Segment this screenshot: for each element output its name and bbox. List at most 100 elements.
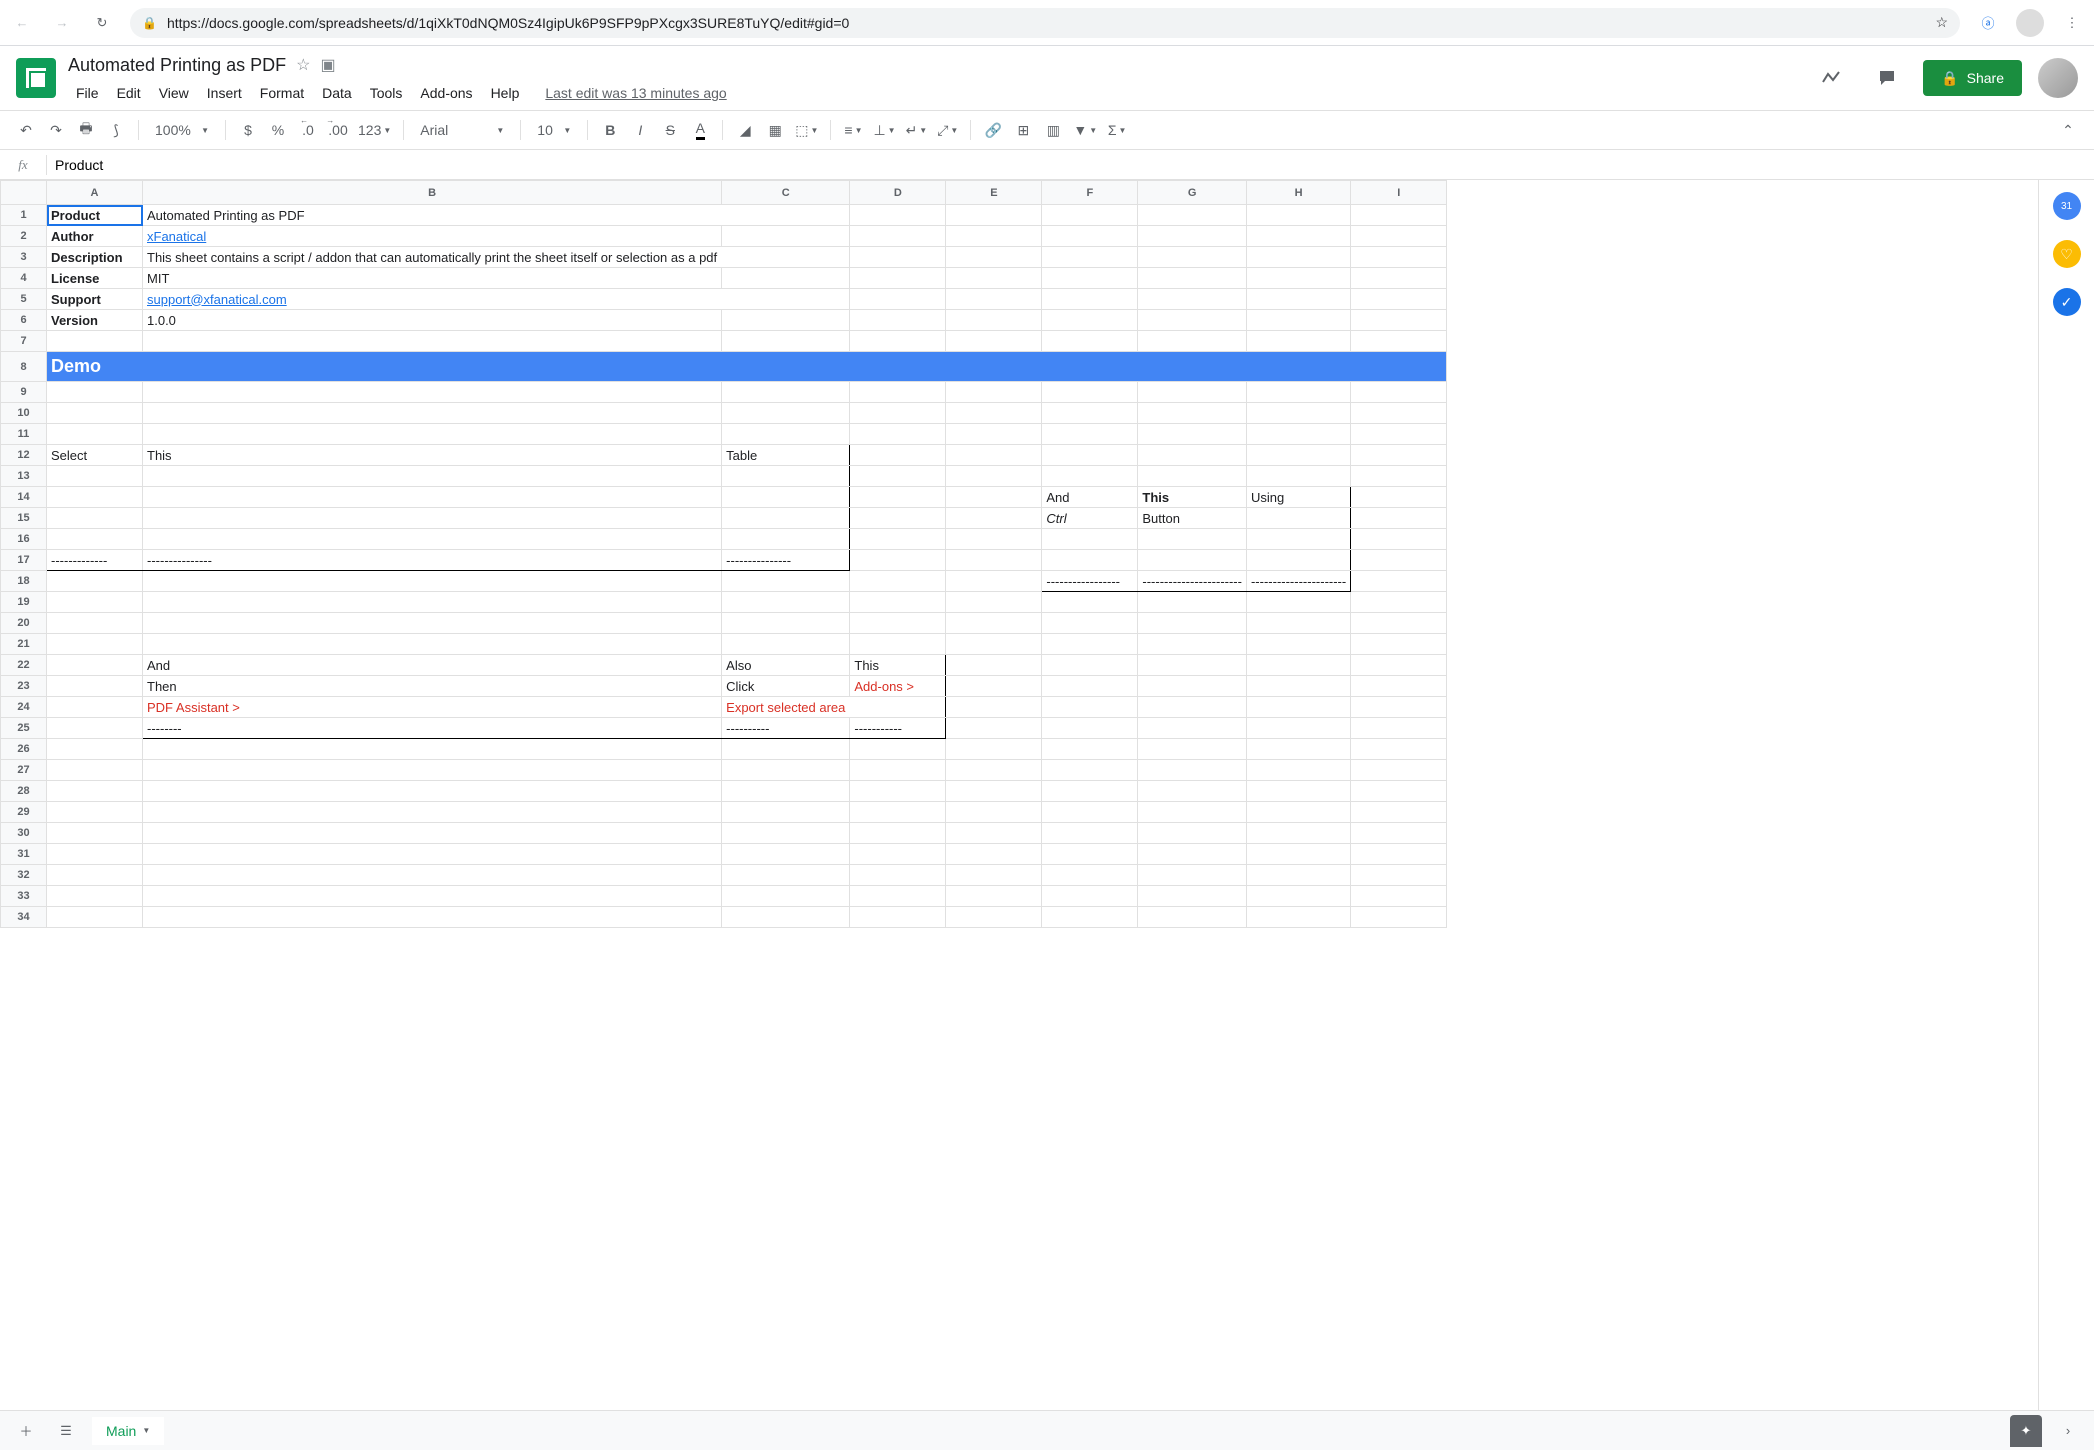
cell-C14[interactable] (722, 487, 850, 508)
cell-B34[interactable] (143, 907, 722, 928)
cell-I31[interactable] (1351, 844, 1447, 865)
menu-insert[interactable]: Insert (199, 81, 250, 105)
cell-H29[interactable] (1246, 802, 1350, 823)
cell-A15[interactable] (47, 508, 143, 529)
cell-I33[interactable] (1351, 886, 1447, 907)
cell-H5[interactable] (1246, 289, 1350, 310)
cell-G3[interactable] (1138, 247, 1247, 268)
cell-I4[interactable] (1351, 268, 1447, 289)
collapse-toolbar-button[interactable]: ⌃ (2054, 116, 2082, 144)
col-header-D[interactable]: D (850, 181, 946, 205)
wrap-button[interactable]: ↵▼ (902, 116, 932, 144)
cell-I2[interactable] (1351, 226, 1447, 247)
row-header-10[interactable]: 10 (1, 403, 47, 424)
cell-E3[interactable] (946, 247, 1042, 268)
cell-A28[interactable] (47, 781, 143, 802)
cell-I14[interactable] (1351, 487, 1447, 508)
col-header-G[interactable]: G (1138, 181, 1247, 205)
menu-data[interactable]: Data (314, 81, 360, 105)
cell-H33[interactable] (1246, 886, 1350, 907)
cell-E21[interactable] (946, 634, 1042, 655)
back-button[interactable]: ← (10, 11, 34, 35)
cell-D30[interactable] (850, 823, 946, 844)
cell-F2[interactable] (1042, 226, 1138, 247)
cell-D2[interactable] (850, 226, 946, 247)
cell-H11[interactable] (1246, 424, 1350, 445)
cell-I34[interactable] (1351, 907, 1447, 928)
cell-D31[interactable] (850, 844, 946, 865)
menu-tools[interactable]: Tools (362, 81, 411, 105)
activity-icon[interactable] (1811, 58, 1851, 98)
cell-F15[interactable]: Ctrl (1042, 508, 1138, 529)
cell-H9[interactable] (1246, 382, 1350, 403)
row-header-5[interactable]: 5 (1, 289, 47, 310)
cell-H14[interactable]: Using (1246, 487, 1350, 508)
cell-I27[interactable] (1351, 760, 1447, 781)
cell-C28[interactable] (722, 781, 850, 802)
cell-F11[interactable] (1042, 424, 1138, 445)
cell-D19[interactable] (850, 592, 946, 613)
cell-H28[interactable] (1246, 781, 1350, 802)
cell-A11[interactable] (47, 424, 143, 445)
cell-C30[interactable] (722, 823, 850, 844)
cell-G27[interactable] (1138, 760, 1247, 781)
menu-file[interactable]: File (68, 81, 107, 105)
cell-B25[interactable]: -------- (143, 718, 722, 739)
cell-H25[interactable] (1246, 718, 1350, 739)
cell-D24[interactable] (850, 697, 946, 718)
comments-icon[interactable] (1867, 58, 1907, 98)
browser-menu-icon[interactable]: ⋮ (2060, 11, 2084, 35)
cell-G19[interactable] (1138, 592, 1247, 613)
col-header-I[interactable]: I (1351, 181, 1447, 205)
cell-G6[interactable] (1138, 310, 1247, 331)
cell-E4[interactable] (946, 268, 1042, 289)
cell-H17[interactable] (1246, 550, 1350, 571)
cell-I1[interactable] (1351, 205, 1447, 226)
cell-I23[interactable] (1351, 676, 1447, 697)
cell-B11[interactable] (143, 424, 722, 445)
col-header-H[interactable]: H (1246, 181, 1350, 205)
font-size-select[interactable]: 10▼ (529, 116, 579, 144)
cell-B4[interactable]: MIT (143, 268, 722, 289)
cell-F5[interactable] (1042, 289, 1138, 310)
row-header-15[interactable]: 15 (1, 508, 47, 529)
col-header-E[interactable]: E (946, 181, 1042, 205)
cell-F32[interactable] (1042, 865, 1138, 886)
cell-D16[interactable] (850, 529, 946, 550)
cell-I18[interactable] (1351, 571, 1447, 592)
cell-A21[interactable] (47, 634, 143, 655)
cell-F4[interactable] (1042, 268, 1138, 289)
cell-I25[interactable] (1351, 718, 1447, 739)
cell-C18[interactable] (722, 571, 850, 592)
cell-B10[interactable] (143, 403, 722, 424)
cell-B21[interactable] (143, 634, 722, 655)
cell-B23[interactable]: Then (143, 676, 722, 697)
cell-A34[interactable] (47, 907, 143, 928)
cell-E30[interactable] (946, 823, 1042, 844)
increase-decimal-button[interactable]: →.00 (324, 116, 352, 144)
cell-F23[interactable] (1042, 676, 1138, 697)
cell-I7[interactable] (1351, 331, 1447, 352)
filter-button[interactable]: ▼▼ (1069, 116, 1101, 144)
row-header-31[interactable]: 31 (1, 844, 47, 865)
cell-B29[interactable] (143, 802, 722, 823)
reload-button[interactable]: ↻ (90, 11, 114, 35)
cell-C32[interactable] (722, 865, 850, 886)
functions-button[interactable]: Σ▼ (1103, 116, 1131, 144)
cell-A26[interactable] (47, 739, 143, 760)
cell-B2[interactable]: xFanatical (143, 226, 722, 247)
add-sheet-button[interactable]: ＋ (12, 1417, 40, 1445)
cell-I29[interactable] (1351, 802, 1447, 823)
cell-D3[interactable] (850, 247, 946, 268)
cell-B1[interactable]: Automated Printing as PDF (143, 205, 722, 226)
cell-C25[interactable]: ---------- (722, 718, 850, 739)
address-bar[interactable]: 🔒 https://docs.google.com/spreadsheets/d… (130, 8, 1960, 38)
cell-C3[interactable] (722, 247, 850, 268)
cell-E33[interactable] (946, 886, 1042, 907)
cell-E17[interactable] (946, 550, 1042, 571)
row-header-25[interactable]: 25 (1, 718, 47, 739)
row-header-18[interactable]: 18 (1, 571, 47, 592)
cell-B3[interactable]: This sheet contains a script / addon tha… (143, 247, 722, 268)
cell-A6[interactable]: Version (47, 310, 143, 331)
cell-H20[interactable] (1246, 613, 1350, 634)
